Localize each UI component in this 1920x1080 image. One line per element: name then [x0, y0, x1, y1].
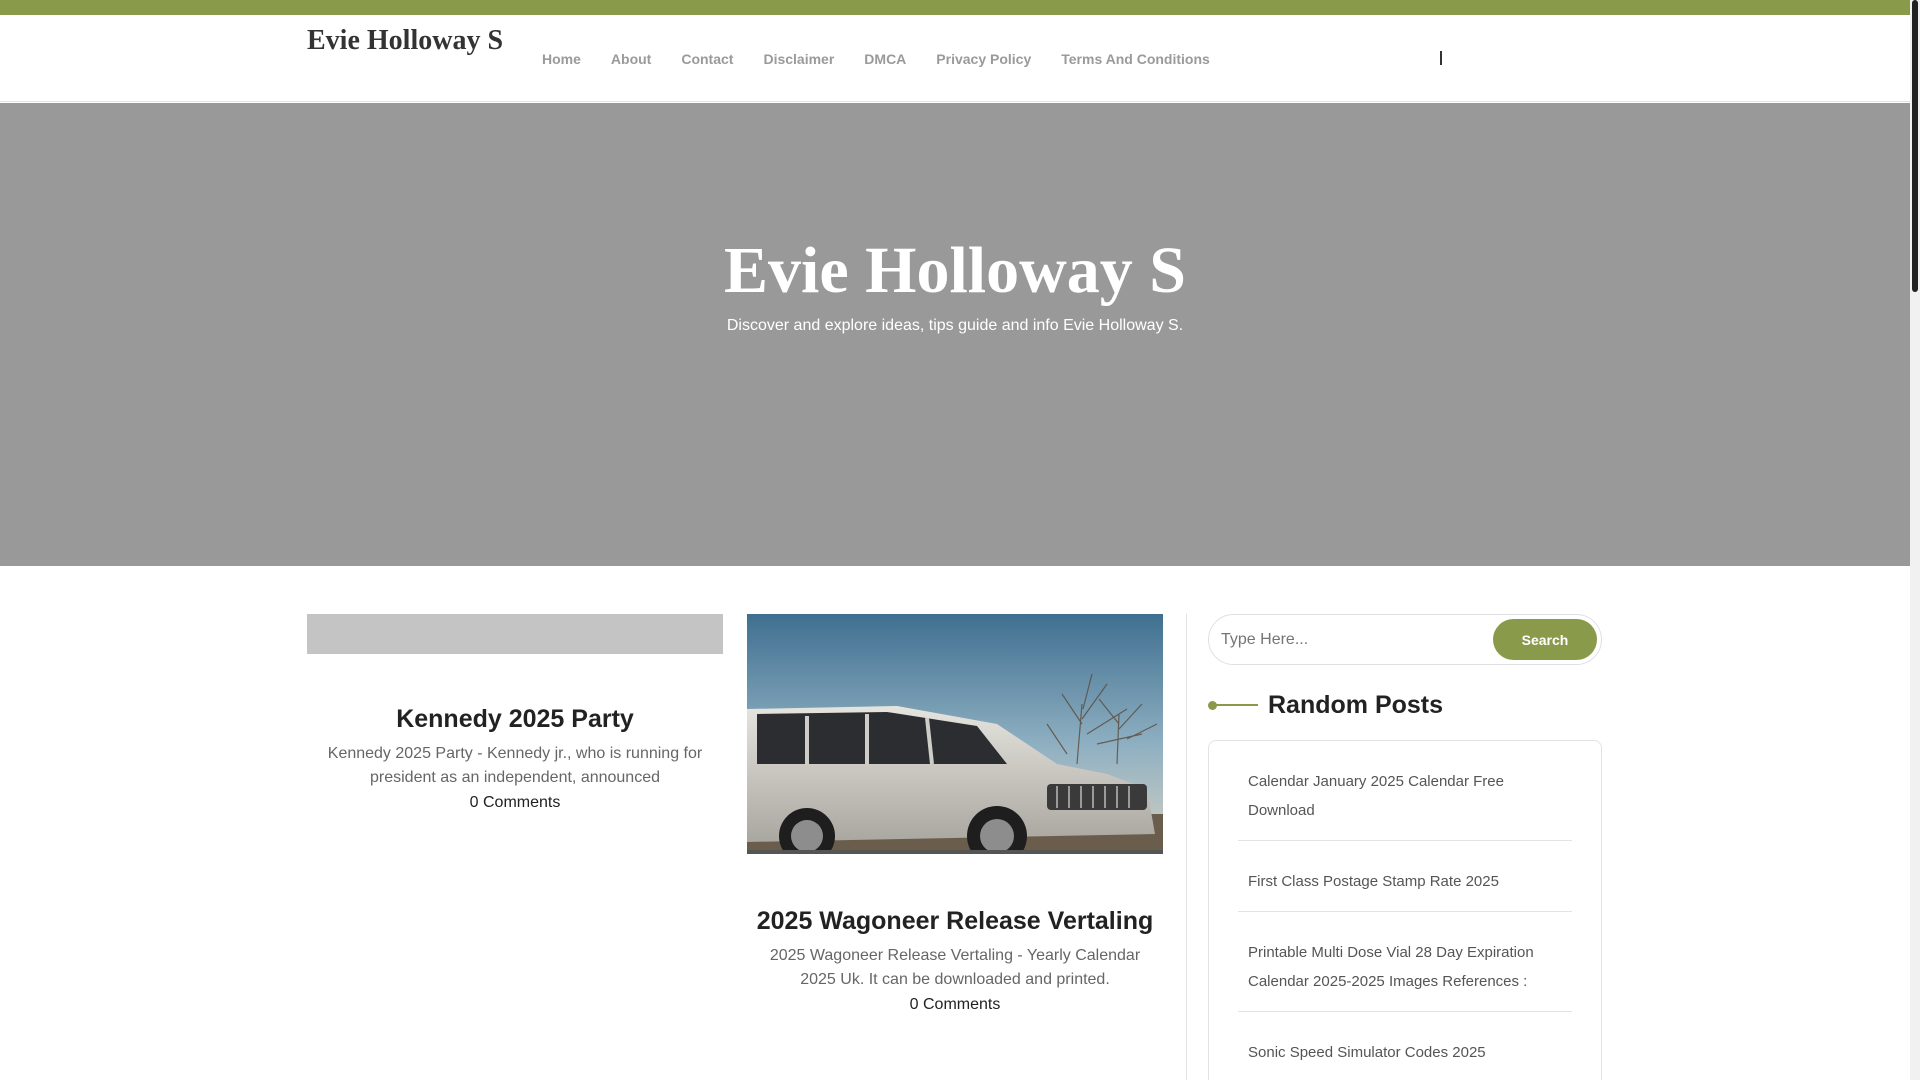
hero-subtitle: Discover and explore ideas, tips guide a… — [726, 317, 1184, 334]
post-comments-link[interactable]: 0 Comments — [747, 994, 1163, 1016]
scrollbar-thumb[interactable] — [1912, 0, 1918, 292]
search-input[interactable] — [1221, 627, 1471, 653]
random-posts-list: Calendar January 2025 Calendar Free Down… — [1208, 740, 1602, 1080]
random-posts-header: Random Posts — [1208, 688, 1443, 722]
hero-banner: Evie Holloway S Discover and explore ide… — [0, 103, 1910, 566]
site-header: Evie Holloway S Home About Contact Discl… — [0, 15, 1910, 102]
list-item: Printable Multi Dose Vial 28 Day Expirat… — [1238, 912, 1572, 1012]
list-item: First Class Postage Stamp Rate 2025 — [1238, 841, 1572, 912]
post-excerpt: Kennedy 2025 Party - Kennedy jr., who is… — [327, 745, 703, 786]
random-post-link[interactable]: Printable Multi Dose Vial 28 Day Expirat… — [1248, 938, 1562, 996]
post-excerpt: 2025 Wagoneer Release Vertaling - Yearly… — [769, 947, 1141, 988]
post-thumbnail-placeholder[interactable] — [307, 614, 723, 654]
heading-decoration-icon — [1208, 699, 1258, 711]
post-comments-link[interactable]: 0 Comments — [307, 792, 723, 814]
hero-title: Evie Holloway S — [723, 234, 1187, 307]
content-sidebar-divider — [1186, 614, 1187, 1080]
list-item: Sonic Speed Simulator Codes 2025 — [1238, 1012, 1572, 1080]
site-title-link[interactable]: Evie Holloway S — [307, 23, 507, 58]
suv-photo-illustration — [747, 614, 1163, 854]
nav-item-privacy-policy[interactable]: Privacy Policy — [936, 49, 1031, 69]
search-toggle-icon[interactable] — [1440, 51, 1442, 65]
random-post-link[interactable]: First Class Postage Stamp Rate 2025 — [1248, 867, 1562, 896]
nav-item-contact[interactable]: Contact — [681, 49, 733, 69]
post-thumbnail-image[interactable] — [747, 614, 1163, 854]
random-posts-title: Random Posts — [1268, 691, 1444, 719]
nav-item-about[interactable]: About — [611, 49, 651, 69]
nav-item-home[interactable]: Home — [542, 49, 581, 69]
top-accent-bar — [0, 0, 1910, 15]
random-post-link[interactable]: Sonic Speed Simulator Codes 2025 — [1248, 1038, 1562, 1067]
random-post-link[interactable]: Calendar January 2025 Calendar Free Down… — [1248, 767, 1562, 825]
sidebar-search-form: Search — [1208, 614, 1602, 665]
search-button[interactable]: Search — [1493, 619, 1597, 660]
post-title[interactable]: Kennedy 2025 Party — [307, 704, 723, 734]
post-card: Kennedy 2025 Party Kennedy 2025 Party - … — [307, 614, 723, 814]
nav-item-disclaimer[interactable]: Disclaimer — [763, 49, 834, 69]
post-title[interactable]: 2025 Wagoneer Release Vertaling — [747, 906, 1163, 936]
nav-item-dmca[interactable]: DMCA — [864, 49, 906, 69]
main-nav: Home About Contact Disclaimer DMCA Priva… — [542, 49, 1240, 69]
list-item: Calendar January 2025 Calendar Free Down… — [1238, 741, 1572, 841]
post-card: 2025 Wagoneer Release Vertaling 2025 Wag… — [747, 614, 1163, 1016]
nav-item-terms[interactable]: Terms And Conditions — [1061, 49, 1210, 69]
